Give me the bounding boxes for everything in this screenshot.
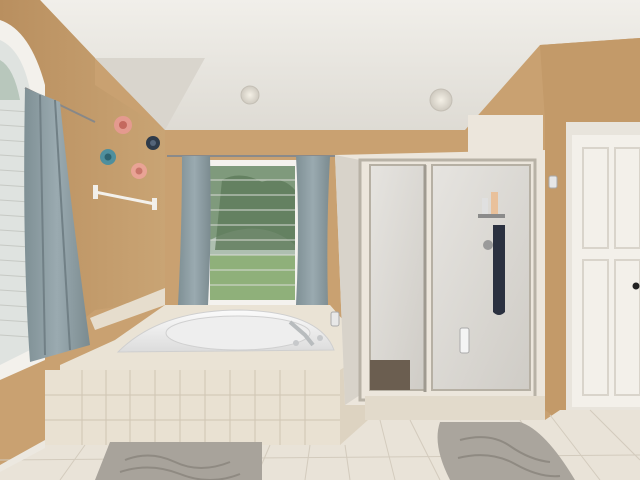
- shower-glass-door[interactable]: [431, 164, 531, 391]
- bathroom-scene: [0, 0, 640, 480]
- shower-glass-panel: [369, 164, 426, 391]
- wall-switch-icon: [548, 175, 558, 189]
- shower-head-icon: [483, 240, 493, 250]
- ceiling-light-icon: [429, 88, 453, 112]
- bathroom-photo: [0, 0, 640, 480]
- center-curtain-left: [178, 156, 211, 305]
- ceiling-vent-icon: [240, 85, 260, 105]
- hanging-towel: [493, 225, 505, 315]
- shower-curb: [365, 396, 545, 420]
- center-curtain-right: [296, 156, 330, 305]
- shower-mat: [370, 360, 410, 390]
- door-knob-icon: [632, 282, 640, 290]
- center-window: [205, 160, 300, 305]
- bath-rug-left: [95, 442, 262, 480]
- shower-stall: [335, 115, 545, 405]
- bathroom-door[interactable]: [566, 122, 640, 410]
- shower-bottle: [459, 327, 470, 354]
